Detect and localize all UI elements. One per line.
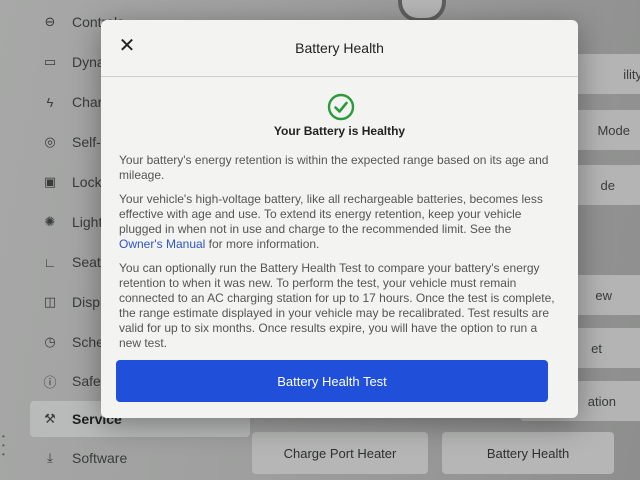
sidebar-item-software[interactable]: ⤓ Software [30,440,250,476]
car-icon: ▭ [43,54,57,69]
toggle-icon: ⊖ [44,14,56,29]
button-label: Mode [597,122,630,138]
button-label: ew [595,287,612,303]
dialog-title: Battery Health [295,40,384,56]
light-icon: ✺ [44,214,56,229]
sidebar-item-label: Seat [72,254,101,270]
dialog-header: ✕ Battery Health [101,20,578,77]
paragraph-text: for more information. [205,237,320,251]
battery-info-paragraph: Your vehicle's high-voltage battery, lik… [119,192,557,252]
dialog-body: Your battery's energy retention is withi… [119,153,557,360]
button-label: Battery Health [486,445,570,461]
paragraph-text: Your vehicle's high-voltage battery, lik… [119,192,543,236]
battery-health-button[interactable]: Battery Health [442,432,614,474]
charge-port-heater-button[interactable]: Charge Port Heater [252,432,428,474]
vehicle-graphic [398,0,446,22]
button-label: Charge Port Heater [283,445,397,461]
seat-icon: ∟ [43,254,57,270]
wrench-icon: ⚒ [44,411,56,426]
button-label: ility [623,66,640,82]
lock-icon: ▣ [43,174,57,189]
display-icon: ◫ [43,294,57,309]
retention-paragraph: Your battery's energy retention is withi… [119,153,549,182]
battery-health-dialog: ✕ Battery Health Your Battery is Healthy… [101,20,578,418]
check-circle-icon [327,93,355,121]
button-label: ation [587,393,616,409]
button-label: de [600,177,615,193]
decorative-dots: • • • [2,432,5,459]
owners-manual-link[interactable]: Owner's Manual [119,237,205,251]
test-info-paragraph: You can optionally run the Battery Healt… [119,261,555,350]
sidebar-item-label: Software [72,450,128,466]
close-icon[interactable]: ✕ [115,33,139,57]
download-icon: ⤓ [47,450,53,465]
alarm-clock-icon: ◷ [44,334,56,349]
button-label: et [591,340,602,356]
info-icon: ⓘ [43,374,57,390]
bolt-icon: ϟ [46,94,54,110]
steering-wheel-icon: ◎ [44,134,56,149]
battery-health-test-button[interactable]: Battery Health Test [116,360,548,402]
battery-status-heading: Your Battery is Healthy [273,124,406,138]
